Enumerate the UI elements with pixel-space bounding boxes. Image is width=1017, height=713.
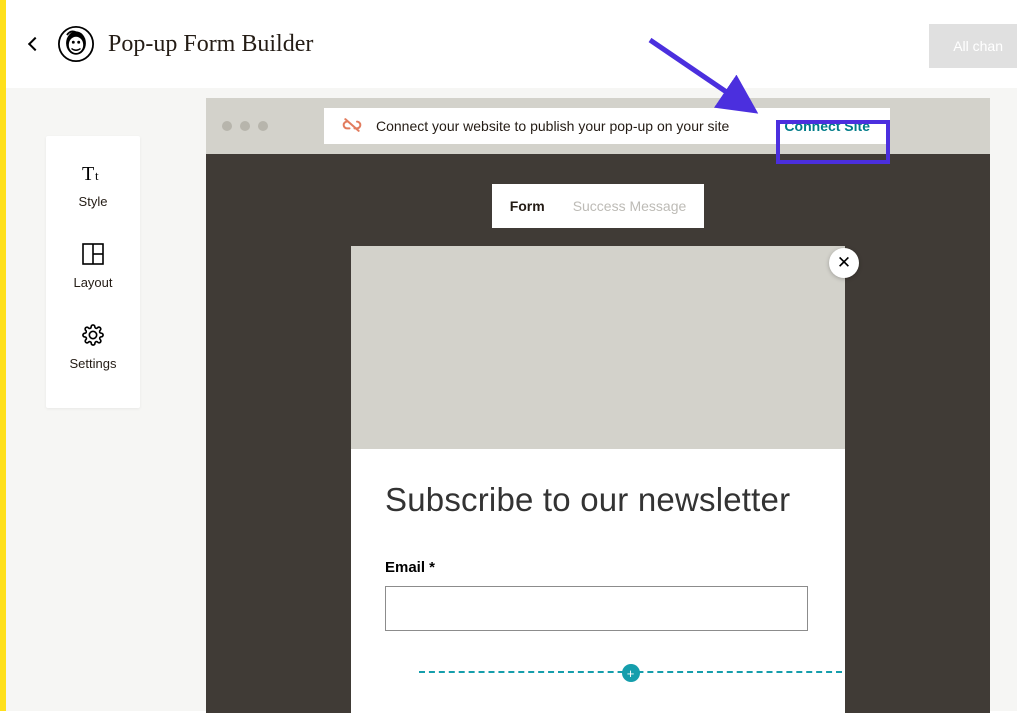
preview-tab-switch: Form Success Message	[492, 184, 705, 228]
popup-preview: ✕ Subscribe to our newsletter Email * +	[351, 246, 845, 713]
brand-logo	[58, 26, 94, 62]
sidebar-item-label: Style	[79, 194, 108, 209]
page-title: Pop-up Form Builder	[108, 31, 313, 58]
preview-page: Form Success Message ✕ Subscribe to our …	[206, 154, 990, 713]
preview-canvas: Connect your website to publish your pop…	[206, 98, 990, 713]
top-bar: Pop-up Form Builder All chan	[6, 0, 1017, 88]
popup-body: Subscribe to our newsletter Email * +	[351, 449, 845, 673]
add-field-divider: +	[419, 671, 842, 673]
unlink-icon	[342, 117, 362, 136]
sidebar-item-style[interactable]: T t Style	[79, 160, 108, 209]
sidebar-item-layout[interactable]: Layout	[73, 241, 112, 290]
sidebar-item-label: Layout	[73, 275, 112, 290]
svg-text:T: T	[82, 163, 94, 184]
add-field-line: +	[419, 671, 842, 673]
workspace: T t Style Layout	[6, 88, 1017, 711]
connect-banner-message: Connect your website to publish your pop…	[376, 118, 729, 134]
popup-headline[interactable]: Subscribe to our newsletter	[385, 481, 811, 519]
email-field[interactable]	[385, 586, 808, 631]
connect-site-button[interactable]: Connect Site	[770, 112, 884, 140]
add-field-button[interactable]: +	[622, 664, 640, 682]
sidebar-item-settings[interactable]: Settings	[70, 322, 117, 371]
traffic-light-dot	[222, 121, 232, 131]
tab-form[interactable]: Form	[510, 198, 545, 214]
close-icon[interactable]: ✕	[829, 248, 859, 278]
email-field-label: Email *	[385, 559, 811, 576]
all-changes-button[interactable]: All chan	[929, 24, 1017, 68]
browser-chrome: Connect your website to publish your pop…	[206, 98, 990, 154]
traffic-light-dot	[240, 121, 250, 131]
connect-banner: Connect your website to publish your pop…	[324, 108, 890, 144]
tab-success-message[interactable]: Success Message	[573, 198, 687, 214]
layout-grid-icon	[80, 241, 106, 267]
gear-icon	[80, 322, 106, 348]
popup-hero-image[interactable]	[351, 246, 845, 449]
traffic-light-dot	[258, 121, 268, 131]
svg-text:t: t	[95, 168, 99, 183]
side-panel: T t Style Layout	[46, 136, 140, 408]
typography-icon: T t	[80, 160, 106, 186]
sidebar-item-label: Settings	[70, 356, 117, 371]
back-chevron-icon[interactable]	[28, 37, 42, 51]
